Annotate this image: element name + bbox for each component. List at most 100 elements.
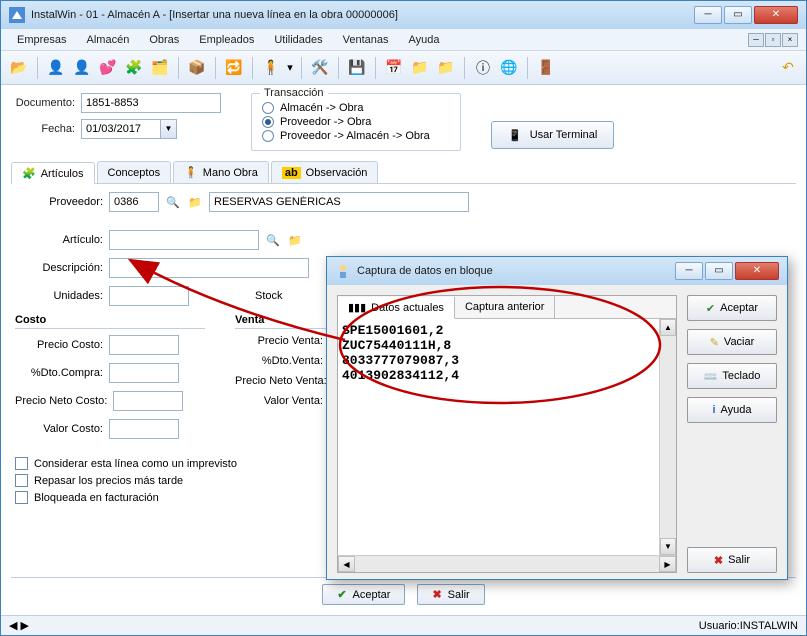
dialog-scroll-horizontal[interactable]: ◀ ▶ — [338, 555, 676, 572]
radio-proveedor-obra[interactable]: Proveedor -> Obra — [262, 116, 450, 128]
fecha-dropdown-arrow[interactable]: ▼ — [161, 119, 177, 139]
scroll-up-icon[interactable]: ▲ — [660, 319, 676, 336]
precio-costo-input[interactable] — [109, 335, 179, 355]
dialog-minimize[interactable]: ─ — [675, 262, 703, 280]
transaccion-legend: Transacción — [260, 87, 328, 99]
toolbar-swap-icon[interactable]: 🔁 — [222, 56, 246, 80]
menubar: Empresas Almacén Obras Empleados Utilida… — [1, 29, 806, 51]
precio-neto-venta-label: Precio Neto Venta: — [235, 375, 327, 387]
descripcion-input[interactable] — [109, 258, 309, 278]
toolbar-folder1-icon[interactable]: 📁 — [408, 56, 432, 80]
documento-label: Documento: — [11, 97, 75, 109]
proveedor-label: Proveedor: — [15, 196, 103, 208]
toolbar-user-red-icon[interactable]: 👤 — [70, 56, 94, 80]
toolbar-undo-icon[interactable]: ↶ — [776, 56, 800, 80]
toolbar: 📂 👤 👤 💕 🧩 🗂️ 📦 🔁 🧍 ▾ 🛠️ 💾 📅 📁 📁 ⓘ 🌐 🚪 ↶ — [1, 51, 806, 85]
valor-costo-input[interactable] — [109, 419, 179, 439]
menu-ayuda[interactable]: Ayuda — [401, 32, 448, 48]
radio-proveedor-almacen-obra[interactable]: Proveedor -> Almacén -> Obra — [262, 130, 450, 142]
mdi-minimize[interactable]: ─ — [748, 33, 764, 47]
dialog-maximize[interactable]: ▭ — [705, 262, 733, 280]
toolbar-info-icon[interactable]: ⓘ — [471, 56, 495, 80]
toolbar-exit-icon[interactable]: 🚪 — [534, 56, 558, 80]
menu-obras[interactable]: Obras — [141, 32, 187, 48]
costo-header: Costo — [15, 314, 205, 329]
tab-articulos[interactable]: 🧩Artículos — [11, 162, 95, 184]
dlg-teclado-button[interactable]: ⌨️Teclado — [687, 363, 777, 389]
status-user: Usuario:INSTALWIN — [699, 620, 798, 632]
proveedor-folder-icon[interactable]: 📁 — [187, 194, 203, 210]
radio-almacen-obra[interactable]: Almacén -> Obra — [262, 102, 450, 114]
dialog-textarea[interactable] — [340, 321, 657, 553]
dlg-aceptar-button[interactable]: ✔Aceptar — [687, 295, 777, 321]
scroll-right-icon[interactable]: ▶ — [659, 556, 676, 572]
dialog-icon — [335, 263, 351, 279]
dto-venta-label: %Dto.Venta: — [235, 355, 323, 367]
toolbar-box-icon[interactable]: 📦 — [185, 56, 209, 80]
toolbar-globe-icon[interactable]: 🌐 — [497, 56, 521, 80]
articulo-label: Artículo: — [15, 234, 103, 246]
note-icon: ab — [282, 167, 301, 179]
toolbar-calendar-icon[interactable]: 📅 — [382, 56, 406, 80]
dto-compra-input[interactable] — [109, 363, 179, 383]
menu-empleados[interactable]: Empleados — [191, 32, 262, 48]
unidades-input[interactable] — [109, 286, 189, 306]
proveedor-search-icon[interactable]: 🔍 — [165, 194, 181, 210]
valor-costo-label: Valor Costo: — [15, 423, 103, 435]
salir-button[interactable]: ✖Salir — [417, 584, 484, 605]
person-icon: 🧍 — [184, 166, 198, 179]
toolbar-hearts-icon[interactable]: 💕 — [96, 56, 120, 80]
documento-input[interactable] — [81, 93, 221, 113]
toolbar-layers-icon[interactable]: 🗂️ — [148, 56, 172, 80]
window-title: InstalWin - 01 - Almacén A - [Insertar u… — [31, 9, 694, 21]
dialog-close[interactable]: ✕ — [735, 262, 779, 280]
proveedor-code-input[interactable] — [109, 192, 159, 212]
dialog-scroll-vertical[interactable]: ▲ ▼ — [659, 319, 676, 555]
menu-empresas[interactable]: Empresas — [9, 32, 75, 48]
tabs: 🧩Artículos Conceptos 🧍Mano Obra abObserv… — [11, 161, 796, 184]
toolbar-user-blue-icon[interactable]: 👤 — [44, 56, 68, 80]
mdi-restore[interactable]: ▫ — [765, 33, 781, 47]
precio-neto-costo-input[interactable] — [113, 391, 183, 411]
fecha-input[interactable] — [81, 119, 161, 139]
minimize-button[interactable]: ─ — [694, 6, 722, 24]
proveedor-name-input[interactable] — [209, 192, 469, 212]
articulo-search-icon[interactable]: 🔍 — [265, 232, 281, 248]
main-titlebar: InstalWin - 01 - Almacén A - [Insertar u… — [1, 1, 806, 29]
tab-conceptos[interactable]: Conceptos — [97, 161, 172, 183]
scroll-down-icon[interactable]: ▼ — [660, 538, 676, 555]
captura-dialog: Captura de datos en bloque ─ ▭ ✕ ▮▮▮Dato… — [326, 256, 788, 580]
tab-observacion[interactable]: abObservación — [271, 161, 379, 183]
dlg-tab-anterior[interactable]: Captura anterior — [455, 296, 556, 318]
toolbar-person-icon[interactable]: 🧍 — [259, 56, 283, 80]
toolbar-dropdown-icon[interactable]: ▾ — [285, 56, 295, 80]
status-pager-icon[interactable]: ◀ ▶ — [9, 619, 29, 632]
scroll-left-icon[interactable]: ◀ — [338, 556, 355, 572]
statusbar: ◀ ▶ Usuario:INSTALWIN — [1, 615, 806, 635]
footer-buttons: ✔Aceptar ✖Salir — [11, 577, 796, 611]
toolbar-tools-icon[interactable]: 🛠️ — [308, 56, 332, 80]
dlg-tab-actuales[interactable]: ▮▮▮Datos actuales — [338, 297, 455, 319]
app-icon — [9, 7, 25, 23]
menu-utilidades[interactable]: Utilidades — [266, 32, 330, 48]
dialog-titlebar: Captura de datos en bloque ─ ▭ ✕ — [327, 257, 787, 285]
dto-compra-label: %Dto.Compra: — [15, 367, 103, 379]
mdi-close[interactable]: × — [782, 33, 798, 47]
aceptar-button[interactable]: ✔Aceptar — [322, 584, 405, 605]
toolbar-puzzle-icon[interactable]: 🧩 — [122, 56, 146, 80]
precio-costo-label: Precio Costo: — [15, 339, 103, 351]
articulo-folder-icon[interactable]: 📁 — [287, 232, 303, 248]
dlg-vaciar-button[interactable]: ✎Vaciar — [687, 329, 777, 355]
close-button[interactable]: ✕ — [754, 6, 798, 24]
maximize-button[interactable]: ▭ — [724, 6, 752, 24]
toolbar-folder2-icon[interactable]: 📁 — [434, 56, 458, 80]
tab-mano-obra[interactable]: 🧍Mano Obra — [173, 161, 269, 183]
menu-almacen[interactable]: Almacén — [79, 32, 138, 48]
articulo-input[interactable] — [109, 230, 259, 250]
dlg-salir-button[interactable]: ✖Salir — [687, 547, 777, 573]
dlg-ayuda-button[interactable]: iAyuda — [687, 397, 777, 423]
usar-terminal-button[interactable]: 📱 Usar Terminal — [491, 121, 614, 149]
toolbar-open-icon[interactable]: 📂 — [7, 56, 31, 80]
toolbar-save-icon[interactable]: 💾 — [345, 56, 369, 80]
menu-ventanas[interactable]: Ventanas — [335, 32, 397, 48]
